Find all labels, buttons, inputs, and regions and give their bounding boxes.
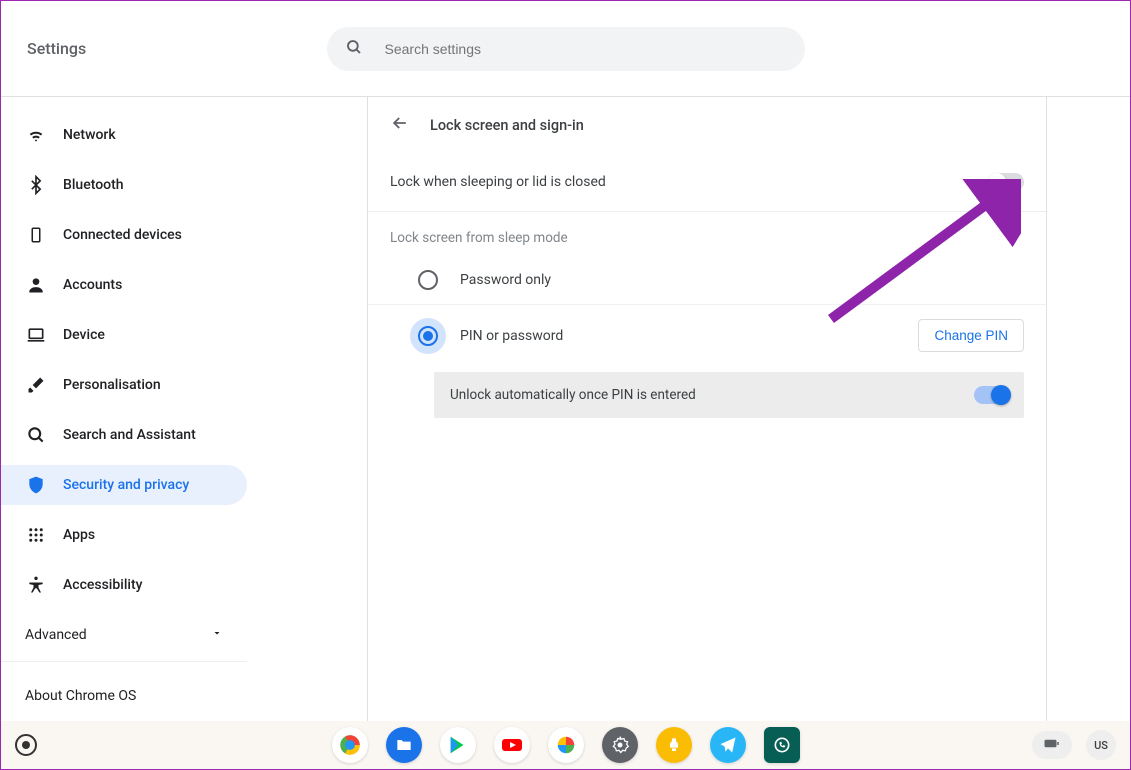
option-label: Password only xyxy=(460,272,551,288)
shield-icon xyxy=(25,474,47,496)
shelf-app-youtube[interactable] xyxy=(494,727,530,763)
shelf-app-whatsapp[interactable] xyxy=(764,727,800,763)
sidebar-advanced-toggle[interactable]: Advanced xyxy=(1,615,247,655)
search-input[interactable] xyxy=(385,41,787,57)
sidebar-item-label: Accounts xyxy=(63,277,122,293)
sidebar-item-label: Security and privacy xyxy=(63,477,189,493)
sidebar-item-label: Bluetooth xyxy=(63,177,124,193)
phone-icon xyxy=(25,224,47,246)
change-pin-button[interactable]: Change PIN xyxy=(918,319,1024,352)
shelf-app-keep[interactable] xyxy=(656,727,692,763)
settings-main: Lock screen and sign-in Lock when sleepi… xyxy=(367,97,1047,721)
app-header: Settings xyxy=(1,1,1130,97)
sidebar-item-label: Personalisation xyxy=(63,377,161,393)
option-password-only[interactable]: Password only xyxy=(368,256,1046,305)
subpage-title: Lock screen and sign-in xyxy=(430,117,584,134)
settings-sidebar: Network Bluetooth Connected devices Acco… xyxy=(1,97,247,721)
sidebar-item-device[interactable]: Device xyxy=(1,315,247,355)
search-icon xyxy=(25,424,47,446)
option-label: PIN or password xyxy=(460,328,563,344)
unlock-auto-toggle[interactable] xyxy=(974,386,1008,404)
shelf-app-telegram[interactable] xyxy=(710,727,746,763)
sidebar-item-accounts[interactable]: Accounts xyxy=(1,265,247,305)
sidebar-item-apps[interactable]: Apps xyxy=(1,515,247,555)
lock-when-sleeping-toggle[interactable] xyxy=(990,173,1024,191)
subpage-header: Lock screen and sign-in xyxy=(368,97,1046,153)
shelf-app-photos[interactable] xyxy=(548,727,584,763)
person-icon xyxy=(25,274,47,296)
sidebar-item-label: Connected devices xyxy=(63,227,182,243)
radio-icon xyxy=(418,326,438,346)
sidebar-item-label: Apps xyxy=(63,527,95,543)
bluetooth-icon xyxy=(25,174,47,196)
shelf-app-row xyxy=(332,727,800,763)
sidebar-item-accessibility[interactable]: Accessibility xyxy=(1,565,247,605)
sidebar-item-personalisation[interactable]: Personalisation xyxy=(1,365,247,405)
lock-when-sleeping-label: Lock when sleeping or lid is closed xyxy=(390,174,606,190)
sidebar-item-search-assistant[interactable]: Search and Assistant xyxy=(1,415,247,455)
sidebar-item-connected-devices[interactable]: Connected devices xyxy=(1,215,247,255)
sidebar-item-label: Network xyxy=(63,127,116,143)
unlock-auto-row: Unlock automatically once PIN is entered xyxy=(434,372,1024,418)
sidebar-item-network[interactable]: Network xyxy=(1,115,247,155)
sidebar-about-chrome-os[interactable]: About Chrome OS xyxy=(1,676,247,716)
chevron-down-icon xyxy=(211,627,223,643)
search-icon xyxy=(345,38,363,60)
settings-search[interactable] xyxy=(327,27,805,71)
about-label: About Chrome OS xyxy=(25,688,136,704)
laptop-icon xyxy=(25,324,47,346)
sidebar-item-security[interactable]: Security and privacy xyxy=(1,465,247,505)
back-button[interactable] xyxy=(390,113,410,137)
chromeos-shelf: US xyxy=(1,721,1130,769)
shelf-app-chrome[interactable] xyxy=(332,727,368,763)
advanced-label: Advanced xyxy=(25,627,87,643)
shelf-ime-indicator[interactable]: US xyxy=(1086,730,1116,760)
page-title-settings: Settings xyxy=(27,39,86,58)
sidebar-item-label: Search and Assistant xyxy=(63,427,196,443)
apps-icon xyxy=(25,524,47,546)
shelf-app-play[interactable] xyxy=(440,727,476,763)
wifi-icon xyxy=(25,124,47,146)
accessibility-icon xyxy=(25,574,47,596)
shelf-app-files[interactable] xyxy=(386,727,422,763)
arrow-left-icon xyxy=(390,113,410,133)
brush-icon xyxy=(25,374,47,396)
radio-icon xyxy=(418,270,438,290)
launcher-button[interactable] xyxy=(15,734,37,756)
shelf-app-settings[interactable] xyxy=(602,727,638,763)
sidebar-item-label: Device xyxy=(63,327,105,343)
unlock-auto-label: Unlock automatically once PIN is entered xyxy=(450,387,696,403)
sidebar-item-label: Accessibility xyxy=(63,577,142,593)
sidebar-item-bluetooth[interactable]: Bluetooth xyxy=(1,165,247,205)
shelf-status-tray[interactable] xyxy=(1032,731,1072,759)
option-pin-or-password[interactable]: PIN or password Change PIN xyxy=(368,305,1046,366)
lock-screen-section-label: Lock screen from sleep mode xyxy=(368,212,1046,256)
lock-when-sleeping-row: Lock when sleeping or lid is closed xyxy=(368,153,1046,212)
